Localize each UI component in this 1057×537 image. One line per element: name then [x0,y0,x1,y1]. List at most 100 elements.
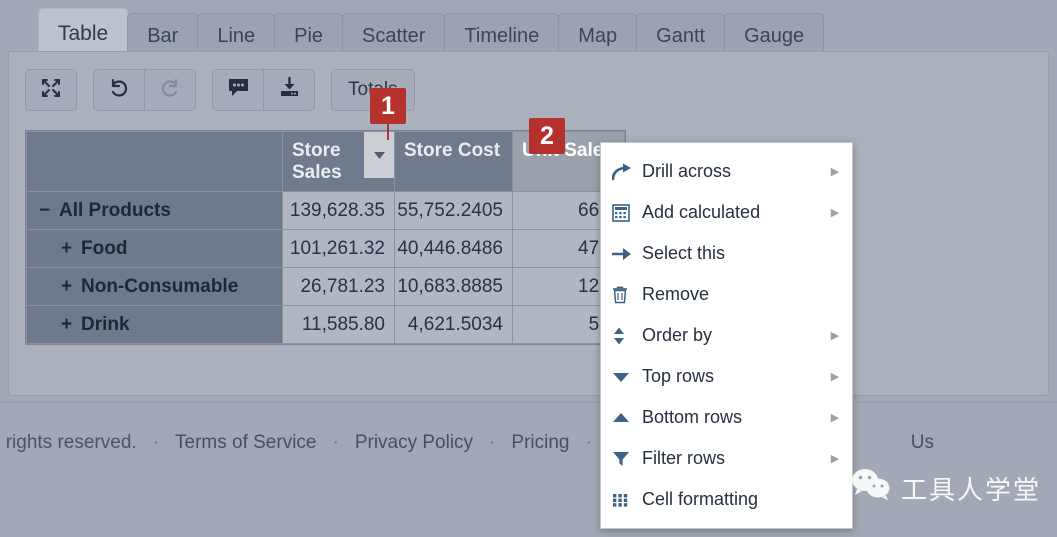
badge-pointer [387,124,389,140]
funnel-icon [612,451,642,467]
tab-label: Gauge [744,25,804,48]
row-header-food[interactable]: +Food [27,230,283,268]
comment-bubble-icon [227,76,250,104]
footer-separator: · [153,432,159,454]
footer-link-pricing[interactable]: Pricing [511,432,569,454]
row-label: Non-Consumable [81,276,238,297]
sort-updown-icon [612,327,642,345]
expand-toggle-icon[interactable]: + [61,238,81,260]
collapse-toggle-icon[interactable]: − [39,200,59,222]
menu-item-select-this[interactable]: Select this [601,233,852,274]
column-header-label: Store Sales [292,140,342,183]
menu-item-label: Order by [642,325,828,346]
chevron-down-icon [373,151,386,160]
table-body: −All Products 139,628.35 55,752.2405 66,… [27,192,625,344]
redo-button[interactable] [144,69,196,111]
expand-group [25,69,77,111]
column-header-store-sales[interactable]: Store Sales [283,132,395,192]
tab-label: Bar [147,25,178,48]
expand-arrows-icon [40,77,62,104]
column-header-store-cost[interactable]: Store Cost [395,132,513,192]
submenu-arrow-icon: ▶ [828,452,842,465]
pivot-table: Store Sales Store Cost Unit Sales [25,130,626,345]
undo-button[interactable] [93,69,145,111]
submenu-arrow-icon: ▶ [828,165,842,178]
footer-separator: · [489,432,495,454]
tab-label: Scatter [362,25,425,48]
footer-link-terms[interactable]: Terms of Service [175,432,316,454]
tab-label: Line [217,25,255,48]
menu-item-label: Add calculated [642,202,828,223]
footer-link-privacy[interactable]: Privacy Policy [355,432,473,454]
table-corner-cell [27,132,283,192]
table-row: +Drink 11,585.80 4,621.5034 5,9 [27,306,625,344]
submenu-arrow-icon: ▶ [828,329,842,342]
copyright-text: ll rights reserved. [0,432,137,454]
row-header-non-consumable[interactable]: +Non-Consumable [27,268,283,306]
footer-separator: · [585,432,591,454]
row-header-drink[interactable]: +Drink [27,306,283,344]
cell-value[interactable]: 40,446.8486 [395,230,513,268]
cell-value[interactable]: 11,585.80 [283,306,395,344]
undo-icon [108,77,130,104]
tab-label: Map [578,25,617,48]
footer-divider [0,402,1057,403]
download-button[interactable] [263,69,315,111]
row-label: All Products [59,200,171,221]
download-icon [278,76,301,104]
tab-label: Timeline [464,25,539,48]
submenu-arrow-icon: ▶ [828,411,842,424]
menu-item-bottom-rows[interactable]: Bottom rows ▶ [601,397,852,438]
comment-button[interactable] [212,69,264,111]
undo-redo-group [93,69,196,111]
submenu-arrow-icon: ▶ [828,206,842,219]
arrow-right-icon [612,246,642,262]
menu-item-cell-formatting[interactable]: Cell formatting [601,479,852,520]
tab-label: Gantt [656,25,705,48]
menu-item-order-by[interactable]: Order by ▶ [601,315,852,356]
site-footer: ll rights reserved. · Terms of Service ·… [0,432,1057,454]
cell-value[interactable]: 55,752.2405 [395,192,513,230]
row-label: Food [81,238,127,259]
menu-item-top-rows[interactable]: Top rows ▶ [601,356,852,397]
column-header-label: Store Cost [404,140,500,161]
row-header-all-products[interactable]: −All Products [27,192,283,230]
badge-number: 2 [540,122,554,151]
watermark-text: 工具人学堂 [901,470,1041,507]
menu-item-remove[interactable]: Remove [601,274,852,315]
menu-item-label: Drill across [642,161,828,182]
table-row: −All Products 139,628.35 55,752.2405 66,… [27,192,625,230]
cell-value[interactable]: 26,781.23 [283,268,395,306]
menu-item-drill-across[interactable]: Drill across ▶ [601,151,852,192]
drill-across-arrow-icon [612,163,642,181]
row-label: Drink [81,314,130,335]
submenu-arrow-icon: ▶ [828,370,842,383]
caret-down-icon [612,371,642,383]
menu-item-label: Bottom rows [642,407,828,428]
wechat-watermark: 工具人学堂 [851,468,1041,509]
column-dropdown-button[interactable] [364,132,394,178]
calculator-icon [612,204,642,222]
cell-value[interactable]: 139,628.35 [283,192,395,230]
table-row: +Non-Consumable 26,781.23 10,683.8885 12… [27,268,625,306]
cell-value[interactable]: 4,621.5034 [395,306,513,344]
caret-up-icon [612,412,642,424]
cell-value[interactable]: 10,683.8885 [395,268,513,306]
menu-item-filter-rows[interactable]: Filter rows ▶ [601,438,852,479]
menu-item-label: Cell formatting [642,489,828,510]
badge-number: 1 [381,92,395,121]
expand-toggle-icon[interactable]: + [61,276,81,298]
context-menu: Drill across ▶ Add calculated ▶ Select t… [600,142,853,529]
trash-icon [612,286,642,304]
cell-value[interactable]: 101,261.32 [283,230,395,268]
annotation-badge-2: 2 [529,118,565,154]
menu-item-label: Remove [642,284,828,305]
comment-download-group [212,69,315,111]
expand-toggle-icon[interactable]: + [61,314,81,336]
menu-item-add-calculated[interactable]: Add calculated ▶ [601,192,852,233]
tab-label: Table [58,22,108,46]
expand-button[interactable] [25,69,77,111]
footer-link-contact[interactable]: Us [911,432,934,454]
tab-label: Pie [294,25,323,48]
menu-item-label: Filter rows [642,448,828,469]
